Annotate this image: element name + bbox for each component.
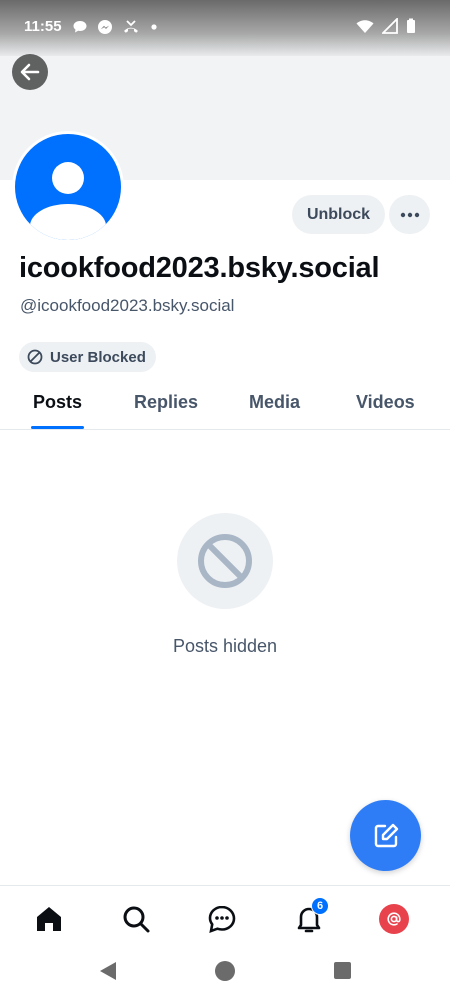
nav-search[interactable] [120, 903, 152, 935]
profile-avatar[interactable] [12, 131, 124, 243]
posts-hidden-icon-container [177, 513, 273, 609]
chat-bubble-icon [73, 21, 87, 33]
back-button[interactable] [12, 54, 48, 90]
tab-media[interactable]: Media [249, 392, 300, 413]
search-icon [123, 906, 150, 933]
dot-icon [151, 24, 157, 30]
nav-chat[interactable] [206, 903, 238, 935]
display-name: icookfood2023.bsky.social [19, 252, 380, 284]
tab-replies[interactable]: Replies [134, 392, 198, 413]
system-back-icon[interactable] [98, 961, 118, 981]
blocked-badge-label: User Blocked [50, 348, 146, 366]
wifi-icon [356, 20, 374, 33]
signal-icon [382, 18, 398, 34]
tab-videos[interactable]: Videos [356, 392, 415, 413]
profile-handle: @icookfood2023.bsky.social [20, 296, 235, 315]
at-sign-icon [387, 912, 401, 926]
block-icon [27, 349, 43, 365]
home-icon [37, 907, 61, 931]
status-bar: 11:55 [0, 0, 450, 56]
active-tab-indicator [31, 426, 84, 429]
ellipsis-icon [400, 212, 419, 217]
profile-avatar-small [379, 904, 409, 934]
arrow-left-icon [20, 63, 40, 81]
messenger-icon [98, 20, 112, 34]
system-recents-icon[interactable] [333, 961, 352, 980]
system-home-icon[interactable] [214, 960, 236, 982]
posts-hidden-message: Posts hidden [172, 636, 278, 656]
nav-home[interactable] [33, 903, 65, 935]
more-options-button[interactable] [389, 195, 430, 234]
missed-call-icon [124, 20, 138, 33]
prohibited-icon [198, 534, 252, 588]
chat-icon [208, 905, 236, 933]
tab-posts[interactable]: Posts [33, 392, 82, 413]
profile-tabs: Posts Replies Media Videos [0, 382, 450, 430]
system-navigation-bar [0, 951, 450, 1000]
notification-count-badge: 6 [311, 897, 329, 915]
status-time: 11:55 [24, 18, 62, 35]
bottom-navigation: 6 [0, 885, 450, 951]
unblock-button[interactable]: Unblock [292, 195, 385, 234]
compose-button[interactable] [350, 800, 421, 871]
compose-icon [374, 823, 398, 847]
user-blocked-badge: User Blocked [19, 342, 156, 372]
battery-icon [407, 18, 415, 33]
default-avatar-icon [15, 134, 121, 240]
nav-profile[interactable] [378, 903, 410, 935]
